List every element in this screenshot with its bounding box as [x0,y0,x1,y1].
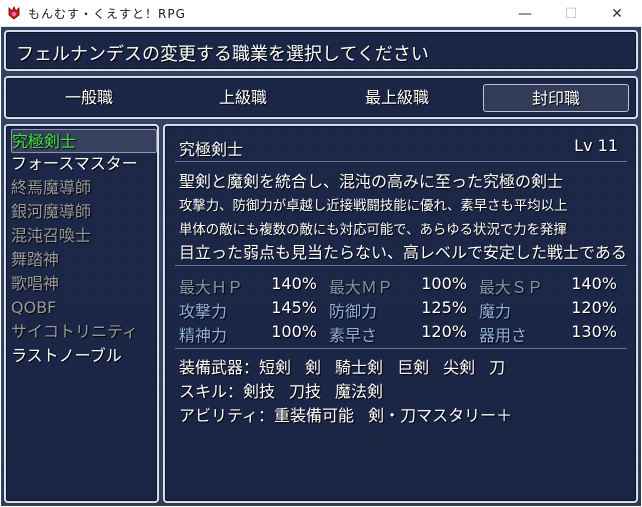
ability: 剣・刀マスタリー＋ [368,406,513,425]
stat-label-max-hp: 最大ＨＰ [179,278,244,297]
stat-label-max-mp: 最大ＭＰ [329,278,394,297]
stat-value-magic: 120% [571,298,617,317]
job-list-item[interactable]: ラストノーブル [11,344,157,368]
equip-weapons-line: 装備武器：短剣剣騎士剣 巨剣 尖剣刀 [179,354,519,378]
skills-label: スキル： [179,382,244,401]
divider [175,161,627,162]
job-description-line: 単体の敵にも複数の敵にも対応可能で、あらゆる状況で力を発揮 [179,223,567,238]
job-category-tabs: 一般職 上級職 最上級職 封印職 [4,76,638,119]
stat-label-attack: 攻撃力 [179,302,228,321]
stat-value-defense: 125% [421,298,467,317]
weapon-type: 尖剣 [443,358,476,377]
divider [175,265,627,266]
weapon-type: 短剣 [259,358,292,377]
job-level: Lv 11 [574,136,618,155]
stat-label-spirit: 精神力 [179,326,228,345]
stat-label-dexterity: 器用さ [479,326,528,345]
divider [175,348,627,349]
instruction-text: フェルナンデスの変更する職業を選択してください [16,44,429,65]
job-list-item[interactable]: 舞踏神 [11,248,157,272]
abilities-line: アビリティ：重装備可能 剣・刀マスタリー＋ [179,402,526,426]
ability: 重装備可能 [274,406,355,425]
job-description-line: 攻撃力、防御力が卓越し近接戦闘技能に優れ、素早さも平均以上 [179,199,568,214]
weapon-type: 刀 [489,358,506,377]
skill-type: 剣技 [243,382,276,401]
tab-advanced[interactable]: 上級職 [170,84,316,112]
job-list-item[interactable]: 銀河魔導師 [11,200,157,224]
job-list-window: 究極剣士 フォースマスター 終焉魔導師 銀河魔導師 混沌召喚士 舞踏神 歌唱神 … [4,124,159,503]
tab-general[interactable]: 一般職 [16,84,162,112]
minimize-button[interactable]: — [502,0,548,27]
window-title: もんむす・くえすと！RPG [28,7,186,21]
weapon-type: 巨剣 [397,358,430,377]
abilities-label: アビリティ： [179,406,275,425]
job-list-item[interactable]: 究極剣士 [11,129,157,153]
stat-value-agility: 120% [421,322,467,341]
stat-value-max-hp: 140% [271,274,317,293]
skill-type: 魔法剣 [335,382,384,401]
job-list-item[interactable]: フォースマスター [11,152,157,176]
window-titlebar: もんむす・くえすと！RPG — ☐ ✕ [0,0,642,27]
stat-value-spirit: 100% [271,322,317,341]
job-detail-window: 究極剣士 Lv 11 聖剣と魔剣を統合し、混沌の高みに至った究極の剣士 攻撃力、… [163,124,638,503]
stat-label-max-sp: 最大ＳＰ [479,278,544,297]
job-name: 究極剣士 [179,140,244,159]
job-description-line: 目立った弱点も見当たらない、高レベルで安定した戦士である [179,243,627,262]
tab-top-tier[interactable]: 最上級職 [324,84,470,112]
stat-value-dexterity: 130% [571,322,617,341]
game-viewport: フェルナンデスの変更する職業を選択してください 一般職 上級職 最上級職 封印職… [1,27,641,506]
job-list-item[interactable]: QOBF [11,296,157,320]
stat-label-agility: 素早さ [329,326,378,345]
maximize-button[interactable]: ☐ [548,0,594,27]
app-icon [8,6,20,20]
stat-label-magic: 魔力 [479,302,512,321]
job-list-item[interactable]: 混沌召喚士 [11,224,157,248]
stat-value-max-mp: 100% [421,274,467,293]
job-list-item[interactable]: 歌唱神 [11,272,157,296]
instruction-window: フェルナンデスの変更する職業を選択してください [4,30,638,71]
weapon-type: 剣 [305,358,322,377]
job-list-item[interactable]: サイコトリニティ [11,320,157,344]
weapons-label: 装備武器： [179,358,260,377]
stat-value-attack: 145% [271,298,317,317]
job-description-line: 聖剣と魔剣を統合し、混沌の高みに至った究極の剣士 [179,172,564,191]
skills-line: スキル：剣技 刀技 魔法剣 [179,378,397,402]
job-list-item[interactable]: 終焉魔導師 [11,176,157,200]
close-button[interactable]: ✕ [594,0,640,27]
weapon-type: 騎士剣 [335,358,384,377]
skill-type: 刀技 [289,382,322,401]
tab-sealed[interactable]: 封印職 [483,84,629,112]
stat-value-max-sp: 140% [571,274,617,293]
stat-label-defense: 防御力 [329,302,378,321]
